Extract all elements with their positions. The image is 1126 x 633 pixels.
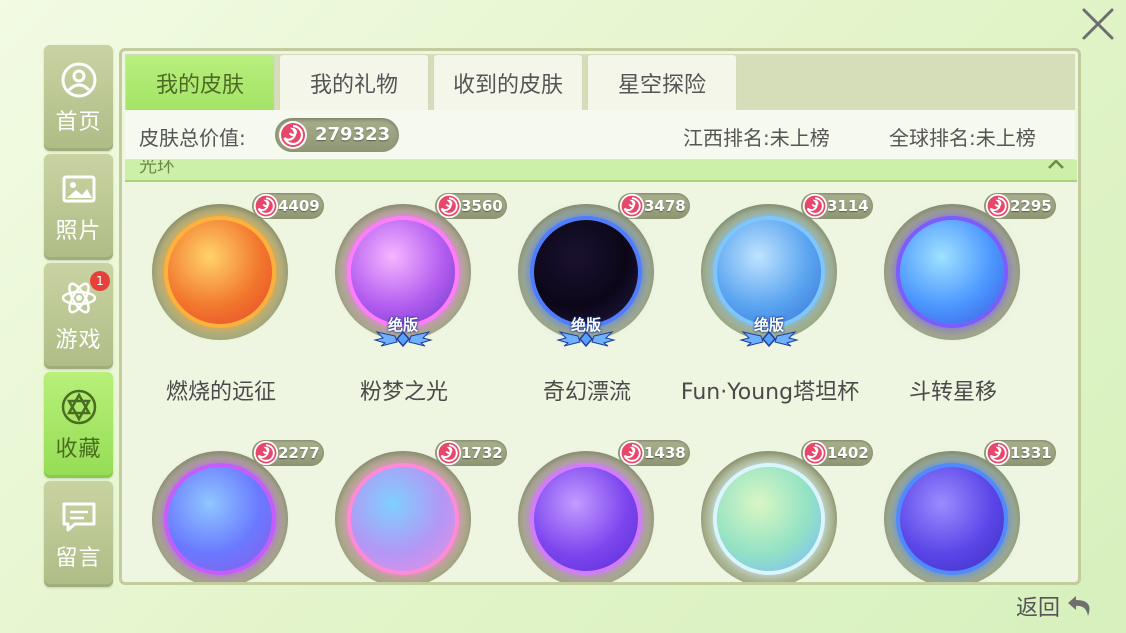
skin-card[interactable]: 1402 (685, 418, 873, 582)
chevron-up-icon (1048, 160, 1064, 169)
sidebar-item-label: 收藏 (55, 437, 102, 462)
skin-price: 2295 (1010, 197, 1052, 215)
candy-coin-icon (436, 440, 462, 466)
limited-label: 绝版 (753, 316, 784, 334)
close-icon (1082, 8, 1114, 40)
sidebar-item-label: 首页 (55, 110, 102, 135)
skin-orb-icon (168, 220, 272, 324)
total-value-label: 皮肤总价值: (139, 126, 246, 150)
skin-orb-icon (351, 220, 455, 324)
candy-coin-icon (619, 440, 645, 466)
skin-grid: 4409 燃烧的远征 3560 绝版 粉梦之光 3478 绝版 奇幻漂流 311… (122, 182, 1078, 582)
candy-coin-icon (985, 193, 1011, 219)
sidebar-item-messages[interactable]: 留言 (44, 481, 113, 587)
skin-price-pill: 4409 (252, 193, 324, 219)
back-button[interactable]: 返回 (1016, 590, 1096, 622)
return-arrow-icon (1068, 596, 1090, 616)
message-icon (62, 502, 95, 532)
skin-orb-icon (351, 467, 455, 571)
skin-orb-icon (534, 220, 638, 324)
skin-price-pill: 1732 (435, 440, 507, 466)
skin-orb-icon (900, 467, 1004, 571)
sidebar-item-photos[interactable]: 照片 (44, 154, 113, 260)
sidebar-item-label: 照片 (55, 219, 102, 244)
candy-coin-icon (985, 440, 1011, 466)
skin-card[interactable]: 1438 (502, 418, 690, 582)
sidebar-item-home[interactable]: 首页 (44, 45, 113, 151)
skin-price: 4409 (278, 197, 320, 215)
limited-edition-badge: 绝版 (731, 314, 807, 348)
user-icon (61, 62, 96, 98)
candy-coin-icon (253, 440, 279, 466)
skin-price-pill: 1438 (618, 440, 690, 466)
tab-star-adventure[interactable]: 星空探险 (587, 54, 737, 110)
tab-bar: 我的皮肤 我的礼物 收到的皮肤 星空探险 (125, 54, 741, 110)
skin-card[interactable]: 3114 绝版 Fun·Young塔坦杯 (681, 171, 873, 405)
skin-price-pill: 3478 (618, 193, 690, 219)
skin-price: 3114 (827, 197, 869, 215)
notification-badge: 1 (90, 271, 110, 291)
skin-price-pill: 2295 (984, 193, 1056, 219)
total-value-pill: 279323 (275, 118, 399, 152)
candy-coin-icon (802, 193, 828, 219)
sidebar-item-label: 留言 (55, 546, 102, 571)
global-rank: 全球排名:未上榜 (889, 126, 1036, 150)
close-button[interactable] (1078, 4, 1118, 44)
skin-card[interactable]: 3478 绝版奇幻漂流 (502, 171, 690, 405)
skin-name: Fun·Young塔坦杯 (680, 380, 860, 405)
candy-coin-icon (279, 121, 307, 149)
summary-bar: 皮肤总价值: 279323 江西排名:未上榜 全球排名:未上榜 (125, 110, 1075, 160)
skin-price-pill: 1402 (801, 440, 873, 466)
skin-price: 1402 (827, 444, 869, 462)
skin-name: 粉梦之光 (359, 380, 448, 405)
skin-card[interactable]: 1331 (868, 418, 1056, 582)
limited-label: 绝版 (387, 316, 418, 334)
sidebar-item-games[interactable]: 游戏 1 (44, 263, 113, 369)
skin-orb-icon (534, 467, 638, 571)
skin-price-pill: 2277 (252, 440, 324, 466)
tab-my-gifts[interactable]: 我的礼物 (279, 54, 429, 110)
candy-coin-icon (619, 193, 645, 219)
skin-card[interactable]: 3560 绝版粉梦之光 (319, 171, 507, 405)
skin-price: 1732 (461, 444, 503, 462)
photo-icon (62, 175, 95, 203)
star-collection-icon (61, 389, 96, 425)
back-label: 返回 (1016, 596, 1061, 621)
skin-price-pill: 3560 (435, 193, 507, 219)
skin-name: 奇幻漂流 (542, 380, 631, 405)
skin-price-pill: 3114 (801, 193, 873, 219)
sidebar-item-label: 游戏 (55, 328, 102, 353)
candy-coin-icon (253, 193, 279, 219)
sidebar-item-collection[interactable]: 收藏 (44, 372, 113, 478)
limited-label: 绝版 (570, 316, 601, 334)
skin-orb-icon (717, 467, 821, 571)
jiangxi-rank: 江西排名:未上榜 (683, 126, 830, 150)
skins-panel: 我的皮肤 我的礼物 收到的皮肤 星空探险 皮肤总价值: 279323 江西排名:… (119, 48, 1081, 585)
total-value: 279323 (315, 124, 391, 145)
skin-name: 斗转星移 (908, 380, 997, 405)
tab-received-skins[interactable]: 收到的皮肤 (433, 54, 583, 110)
skin-price: 3478 (644, 197, 686, 215)
candy-coin-icon (436, 193, 462, 219)
skin-price: 3560 (461, 197, 503, 215)
skin-price: 1331 (1010, 444, 1052, 462)
skin-card[interactable]: 2277 (136, 418, 324, 582)
skin-card[interactable]: 4409 燃烧的远征 (136, 171, 324, 405)
limited-edition-badge: 绝版 (365, 314, 441, 348)
skin-orb-icon (168, 467, 272, 571)
skin-card[interactable]: 2295 斗转星移 (868, 171, 1056, 405)
skin-card[interactable]: 1732 (319, 418, 507, 582)
tab-my-skins[interactable]: 我的皮肤 (125, 54, 275, 110)
skin-name: 燃烧的远征 (165, 380, 276, 405)
skin-orb-icon (717, 220, 821, 324)
candy-coin-icon (802, 440, 828, 466)
skin-price: 1438 (644, 444, 686, 462)
limited-edition-badge: 绝版 (548, 314, 624, 348)
skin-price-pill: 1331 (984, 440, 1056, 466)
skin-orb-icon (900, 220, 1004, 324)
skin-price: 2277 (278, 444, 320, 462)
